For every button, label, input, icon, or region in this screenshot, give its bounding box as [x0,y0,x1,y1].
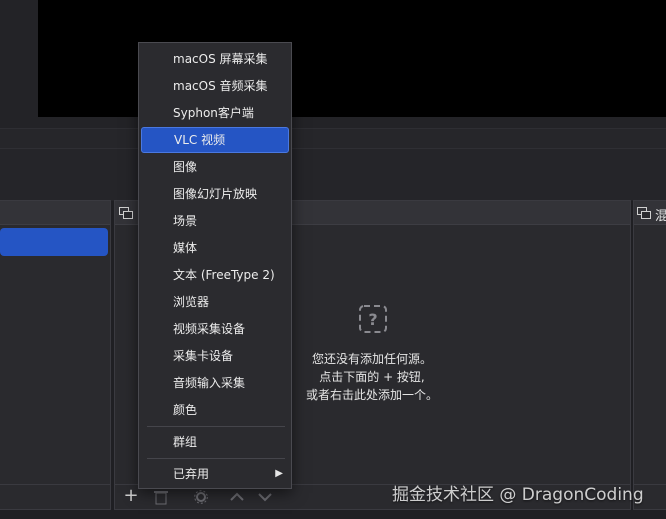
menu-item-audio-input-capture[interactable]: 音频输入采集 [141,370,289,396]
mixer-float-icon[interactable] [637,207,651,219]
menu-item-deprecated[interactable]: 已弃用 ▶ [141,461,289,487]
submenu-arrow-icon: ▶ [275,468,283,479]
remove-source-icon[interactable] [151,487,171,507]
move-source-down-chevron-icon[interactable] [255,487,275,507]
menu-item-media[interactable]: 媒体 [141,235,289,261]
program-preview[interactable] [38,0,666,117]
watermark-text: 掘金技术社区 @ DragonCoding [392,485,644,505]
audio-mixer-dock [633,200,666,510]
scenes-dock-header [0,201,110,225]
menu-item-macos-audio-capture[interactable]: macOS 音频采集 [141,73,289,99]
menu-item-image-slideshow[interactable]: 图像幻灯片放映 [141,181,289,207]
scene-item-selected[interactable] [0,228,108,256]
menu-item-browser[interactable]: 浏览器 [141,289,289,315]
menu-item-video-capture-device[interactable]: 视频采集设备 [141,316,289,342]
toolbar-strip [0,128,666,149]
transition-strip [0,148,666,201]
menu-item-deprecated-label: 已弃用 [173,467,210,481]
source-properties-gear-icon[interactable] [191,487,211,507]
menu-item-vlc-video[interactable]: VLC 视频 [141,127,289,153]
menu-item-macos-screen-capture[interactable]: macOS 屏幕采集 [141,46,289,72]
menu-separator [147,426,285,427]
empty-sources-question-icon: ? [357,303,389,335]
menu-item-color[interactable]: 颜色 [141,397,289,423]
menu-item-syphon-client[interactable]: Syphon客户端 [141,100,289,126]
add-source-context-menu: macOS 屏幕采集 macOS 音频采集 Syphon客户端 VLC 视频 图… [138,42,292,489]
add-source-button[interactable]: + [121,486,141,506]
move-source-up-chevron-icon[interactable] [227,487,247,507]
scenes-dock-footer [0,484,110,509]
menu-separator [147,458,285,459]
menu-item-capture-card-device[interactable]: 采集卡设备 [141,343,289,369]
menu-item-group[interactable]: 群组 [141,429,289,455]
svg-text:?: ? [368,310,377,329]
menu-item-scene[interactable]: 场景 [141,208,289,234]
menu-item-image[interactable]: 图像 [141,154,289,180]
mixer-dock-title: 混 [655,209,666,224]
menu-item-text-freetype[interactable]: 文本 (FreeType 2) [141,262,289,288]
dock-float-icon[interactable] [119,207,133,219]
